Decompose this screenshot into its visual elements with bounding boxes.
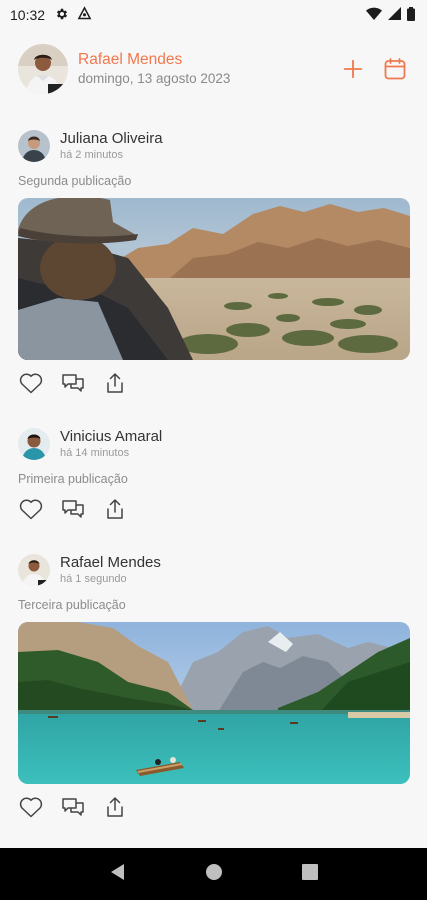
back-icon[interactable]: [109, 863, 127, 886]
post-time: há 14 minutos: [60, 447, 130, 459]
share-icon[interactable]: [102, 370, 128, 396]
calendar-icon[interactable]: [381, 55, 409, 83]
post-text: Segunda publicação: [18, 174, 132, 188]
heart-icon[interactable]: [18, 794, 44, 820]
avatar[interactable]: [18, 554, 50, 586]
header-user-name[interactable]: Rafael Mendes: [78, 50, 230, 70]
home-icon[interactable]: [205, 863, 223, 886]
heart-icon[interactable]: [18, 370, 44, 396]
recents-icon[interactable]: [301, 863, 318, 885]
wifi-icon: [366, 7, 382, 24]
signal-icon: [388, 7, 401, 23]
share-icon[interactable]: [102, 496, 128, 522]
avatar[interactable]: [18, 44, 68, 94]
profile-header: Rafael Mendes domingo, 13 agosto 2023: [0, 40, 427, 98]
header-date: domingo, 13 agosto 2023: [78, 71, 231, 86]
post-time: há 1 segundo: [60, 573, 127, 585]
comments-icon[interactable]: [60, 496, 86, 522]
gear-icon: [55, 7, 69, 24]
post-card: Vinicius Amaral há 14 minutos Primeira p…: [18, 426, 410, 522]
post-time: há 2 minutos: [60, 149, 123, 161]
status-bar: 10:32: [0, 0, 427, 30]
post-author[interactable]: Vinicius Amaral: [60, 428, 162, 446]
plus-icon[interactable]: [339, 55, 367, 83]
post-author[interactable]: Juliana Oliveira: [60, 130, 163, 148]
post-card: Juliana Oliveira há 2 minutos Segunda pu…: [18, 128, 410, 396]
post-image-mountain-lake[interactable]: [18, 622, 410, 784]
post-author[interactable]: Rafael Mendes: [60, 554, 161, 572]
heart-icon[interactable]: [18, 496, 44, 522]
status-time: 10:32: [10, 7, 46, 23]
post-text: Primeira publicação: [18, 472, 128, 486]
battery-icon: [407, 6, 415, 24]
post-text: Terceira publicação: [18, 598, 126, 612]
share-icon[interactable]: [102, 794, 128, 820]
post-card: Rafael Mendes há 1 segundo Terceira publ…: [18, 552, 410, 820]
comments-icon[interactable]: [60, 370, 86, 396]
avatar[interactable]: [18, 130, 50, 162]
comments-icon[interactable]: [60, 794, 86, 820]
post-image-desert-mountains[interactable]: [18, 198, 410, 360]
system-nav-bar: [0, 848, 427, 900]
data-saver-icon: [77, 6, 92, 24]
avatar[interactable]: [18, 428, 50, 460]
